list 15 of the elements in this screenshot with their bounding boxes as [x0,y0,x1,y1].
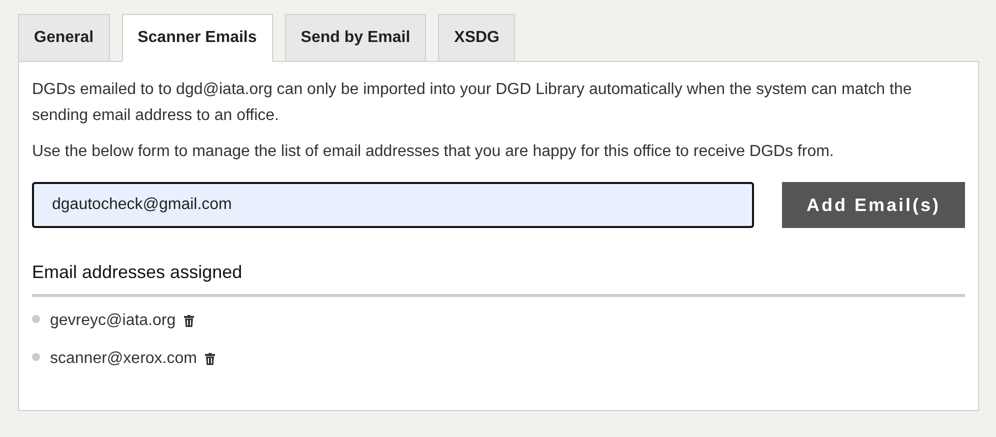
tab[interactable]: XSDG [438,14,516,62]
instructions-text: Use the below form to manage the list of email addresses that you are happy for this office to receive DGDs from. [32,142,835,162]
tab[interactable]: Scanner Emails [122,14,273,62]
tab[interactable]: Send by Email [284,14,426,62]
email-address: gevreyc@iata.org [50,311,176,331]
email-input-field[interactable]: dgautocheck@gmail.com [32,182,754,228]
bullet-icon [32,353,40,361]
section-heading: Email addresses assigned [32,259,965,297]
email-address: scanner@xerox.com [50,349,197,369]
intro-text: DGDs emailed to to dgd@iata.org can only be imported into your DGD Library automatically when the system can match the sending email address to an office. [32,80,913,126]
tab[interactable]: General [18,14,110,62]
bullet-icon [32,315,40,323]
add-email-button[interactable]: Add Email(s) [782,182,965,228]
trash-icon[interactable] [184,315,194,327]
trash-icon[interactable] [204,353,215,365]
